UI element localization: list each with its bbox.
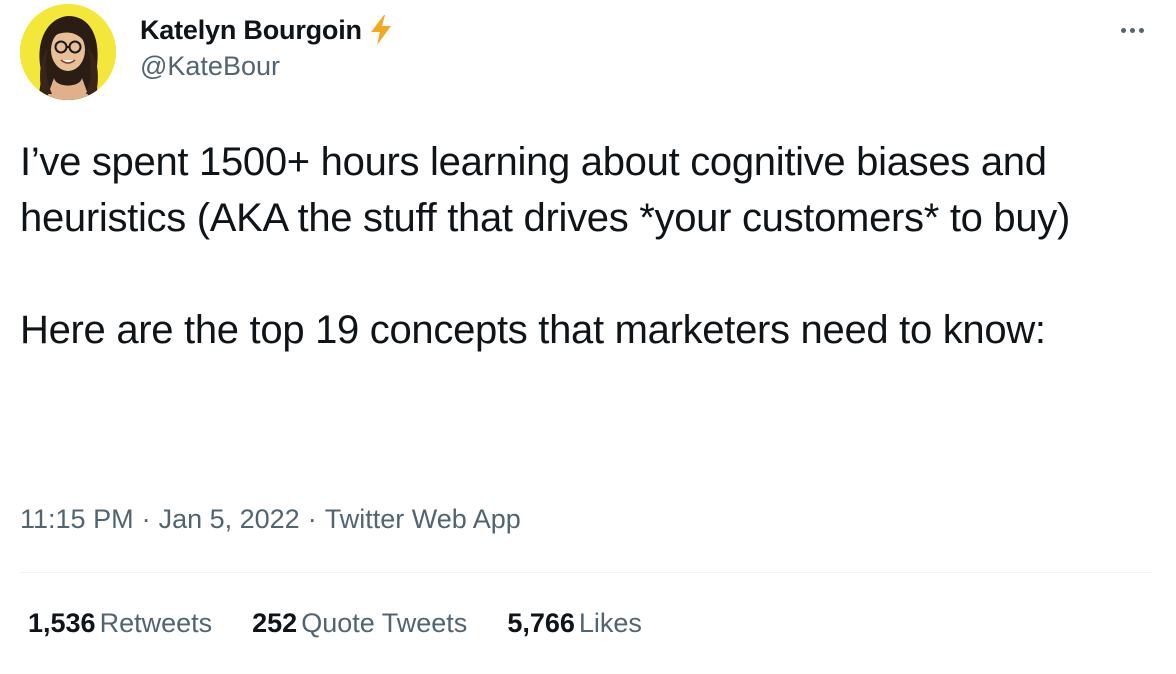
retweets-stat[interactable]: 1,536 Retweets: [28, 608, 212, 639]
dot: [1138, 27, 1144, 33]
divider: [20, 572, 1152, 573]
separator: ·: [307, 504, 317, 534]
tweet-date[interactable]: Jan 5, 2022: [159, 504, 300, 535]
separator: ·: [141, 504, 151, 534]
likes-stat[interactable]: 5,766 Likes: [507, 608, 642, 639]
retweets-count: 1,536: [28, 608, 96, 638]
quote-tweets-count: 252: [252, 608, 298, 638]
quote-tweets-label: Quote Tweets: [301, 608, 468, 638]
retweets-label: Retweets: [99, 608, 213, 638]
dot: [1120, 27, 1126, 33]
avatar-portrait-icon: [20, 4, 116, 100]
dot: [1129, 27, 1135, 33]
tweet-time[interactable]: 11:15 PM: [20, 504, 134, 535]
quote-tweets-stat[interactable]: 252 Quote Tweets: [252, 608, 467, 639]
likes-label: Likes: [578, 608, 642, 638]
lightning-bolt-icon: [368, 14, 394, 46]
tweet-card: Katelyn Bourgoin @KateBour I’ve spent 15…: [0, 0, 1176, 674]
tweet-paragraph: I’ve spent 1500+ hours learning about co…: [20, 140, 1071, 240]
display-name-row: Katelyn Bourgoin: [140, 12, 394, 48]
author-block: Katelyn Bourgoin @KateBour: [140, 12, 394, 82]
more-options-icon[interactable]: [1112, 18, 1152, 42]
author-handle[interactable]: @KateBour: [140, 51, 394, 82]
avatar[interactable]: [20, 4, 116, 100]
tweet-stats: 1,536 Retweets 252 Quote Tweets 5,766 Likes: [28, 608, 682, 639]
display-name[interactable]: Katelyn Bourgoin: [140, 15, 362, 46]
tweet-paragraph: Here are the top 19 concepts that market…: [20, 308, 1046, 352]
likes-count: 5,766: [507, 608, 575, 638]
tweet-source[interactable]: Twitter Web App: [325, 504, 521, 535]
tweet-text: I’ve spent 1500+ hours learning about co…: [20, 134, 1160, 358]
tweet-metadata: 11:15 PM · Jan 5, 2022 · Twitter Web App: [20, 504, 521, 535]
